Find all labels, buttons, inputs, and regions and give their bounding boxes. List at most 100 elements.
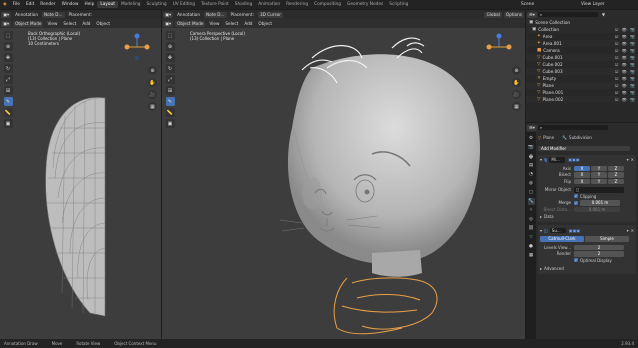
outliner-editor-type[interactable]: ☰▾ (527, 11, 537, 18)
object-menu[interactable]: Object (93, 21, 113, 26)
visibility-toggle-icons[interactable]: ☑ 👁 📷 (615, 48, 636, 53)
mirror-name-field[interactable]: Mi... (549, 157, 566, 163)
tab-modeling[interactable]: Modeling (118, 1, 144, 8)
visibility-toggle-icons[interactable]: ☑ 👁 📷 (615, 55, 636, 60)
object-mode-dropdown-mid[interactable]: Object Mode (175, 20, 206, 27)
object-mode-dropdown[interactable]: Object Mode (13, 20, 44, 27)
viewport-3d-camera[interactable]: ⬚ ⊕ ✥ ↻ ⤢ ⊞ ✎ 📏 ▣ Camera Perspective (Lo… (162, 28, 525, 339)
merge-checkbox[interactable]: ✓ (574, 200, 578, 205)
move-tool-icon-mid[interactable]: ✥ (165, 53, 175, 62)
tab-layout[interactable]: Layout (97, 1, 118, 8)
filter-icon[interactable]: ▼ (602, 12, 605, 17)
outliner-search-input[interactable]: ⌕ (537, 11, 598, 18)
subsurf-remove-icon[interactable]: ✕ (631, 228, 634, 233)
axis-y-toggle[interactable]: Y (591, 165, 607, 172)
axis-z-toggle[interactable]: Z (608, 165, 624, 172)
outliner-row[interactable]: ▽ Cube.001 ☑ 👁 📷 (526, 54, 638, 61)
visibility-toggle-icons[interactable]: ☑ 👁 📷 (615, 90, 636, 95)
editor-type-button[interactable]: ▣▾ (1, 11, 12, 18)
material-tab-icon[interactable]: ● (528, 243, 535, 250)
add-menu-mid[interactable]: Add (241, 21, 255, 26)
physics-tab-icon[interactable]: ◎ (528, 216, 535, 223)
properties-search-input[interactable]: ⌕ (537, 124, 608, 131)
menu-edit[interactable]: Edit (23, 2, 37, 7)
view-menu-mid[interactable]: View (206, 21, 222, 26)
scene-selector[interactable]: Scene (518, 2, 578, 7)
pan-hand-icon[interactable]: ✋ (148, 78, 157, 87)
measure-tool-icon[interactable]: 📏 (3, 108, 13, 117)
select-menu[interactable]: Select (60, 21, 79, 26)
outliner-row[interactable]: ▽ Plane ☑ 👁 📷 (526, 82, 638, 89)
add-cube-tool-icon-mid[interactable]: ▣ (165, 119, 175, 128)
axis-x-toggle[interactable]: X (574, 165, 590, 172)
outliner-row[interactable]: ▽ Cube.002 ☑ 👁 📷 (526, 61, 638, 68)
scene-tab-icon[interactable]: ◔ (528, 171, 535, 178)
outliner-row[interactable]: ▽ Cube.003 ☑ 👁 📷 (526, 68, 638, 75)
subsurf-name-field[interactable]: Su... (549, 227, 566, 234)
data-tab-icon[interactable]: ▽ (528, 234, 535, 241)
remove-modifier-icon[interactable]: ✕ (631, 157, 634, 162)
properties-editor-type[interactable]: ☰▾ (527, 124, 537, 131)
visibility-toggle-icons[interactable]: ☑ 👁 📷 (615, 41, 636, 46)
pan-hand-icon-mid[interactable]: ✋ (512, 78, 521, 87)
clipping-checkbox[interactable]: ✓ (574, 194, 578, 199)
select-menu-mid[interactable]: Select (222, 21, 241, 26)
note-layer-field[interactable]: Note D... (42, 11, 65, 18)
outliner-row[interactable]: ✦ Area ☑ 👁 📷 (526, 33, 638, 40)
data-subpanel-header[interactable]: ▸ Data (540, 214, 634, 221)
bisect-distance-field[interactable]: 0.001 m (574, 206, 620, 213)
tab-scripting[interactable]: Scripting (386, 1, 411, 8)
view-menu[interactable]: View (44, 21, 60, 26)
mirror-object-field[interactable]: ◻ (574, 187, 624, 193)
subsurf-menu-icon[interactable]: ▾ (627, 228, 629, 233)
tab-animation[interactable]: Animation (255, 1, 283, 8)
flip-z-toggle[interactable]: Z (608, 178, 624, 185)
annotate-tool-icon[interactable]: ✎ (3, 97, 13, 106)
outliner-row[interactable]: ✕ Empty ☑ 👁 📷 (526, 75, 638, 82)
scale-tool-icon-mid[interactable]: ⤢ (165, 75, 175, 84)
modifier-tab-icon[interactable]: 🔧 (527, 198, 535, 205)
visibility-toggle-icons[interactable]: ☑ 👁 📷 (615, 34, 636, 39)
select-box-tool-icon[interactable]: ⬚ (3, 31, 13, 40)
advanced-subpanel-header[interactable]: ▸ Advanced (540, 266, 634, 273)
grid-ortho-icon[interactable]: ▦ (148, 102, 157, 111)
cursor-tool-icon-mid[interactable]: ⊕ (165, 42, 175, 51)
move-tool-icon[interactable]: ✥ (3, 53, 13, 62)
editor-type-button-mid-2[interactable]: ▣▾ (163, 20, 174, 27)
note-layer-field-mid[interactable]: Note D... (204, 11, 227, 18)
add-modifier-dropdown[interactable]: Add Modifier (538, 145, 630, 151)
render-levels-field[interactable]: 2 (574, 251, 624, 257)
3d-cursor-dropdown[interactable]: 3D Cursor (258, 11, 283, 18)
object-menu-mid[interactable]: Object (255, 21, 275, 26)
data-expand-icon[interactable]: ▸ (540, 214, 542, 219)
flip-x-toggle[interactable]: X (574, 178, 590, 185)
measure-tool-icon-mid[interactable]: 📏 (165, 108, 175, 117)
visibility-toggle-icons[interactable]: ☑ 👁 📷 (615, 27, 636, 32)
menu-window[interactable]: Window (59, 2, 82, 7)
annotation-tool-label[interactable]: Annotation (12, 12, 41, 17)
rotate-tool-icon[interactable]: ↻ (3, 64, 13, 73)
transform-tool-icon-mid[interactable]: ⊞ (165, 86, 175, 95)
advanced-expand-icon[interactable]: ▸ (540, 266, 542, 271)
transform-orientation-dropdown[interactable]: Global (484, 11, 502, 18)
scene-collection-row[interactable]: ▣ Scene Collection (526, 19, 638, 26)
tab-compositing[interactable]: Compositing (311, 1, 344, 8)
optimal-display-checkbox[interactable]: ✓ (574, 258, 578, 263)
outliner-row[interactable]: ■ Camera ☑ 👁 📷 (526, 47, 638, 54)
tab-shading[interactable]: Shading (232, 1, 255, 8)
tab-rendering[interactable]: Rendering (283, 1, 311, 8)
add-menu[interactable]: Add (79, 21, 93, 26)
zoom-icon[interactable]: ⊕ (148, 66, 157, 75)
collapse-icon[interactable]: ▾ (540, 157, 542, 162)
simple-button[interactable]: Simple (585, 236, 629, 242)
outliner-row[interactable]: ▽ Plane.002 ☑ 👁 📷 (526, 96, 638, 103)
editor-type-button-2[interactable]: ▣▾ (1, 20, 12, 27)
navigation-gizmo-middle[interactable] (484, 32, 514, 62)
subdivision-modifier-header[interactable]: ▾ ◫ Su... ▣▣▣ ▾ ✕ (540, 227, 634, 234)
edit-mode-toggle-icon[interactable]: ▣▣▣ (568, 157, 579, 162)
scale-tool-icon[interactable]: ⤢ (3, 75, 13, 84)
render-tab-icon[interactable]: 📷 (528, 144, 535, 151)
levels-viewport-field[interactable]: 2 (574, 244, 624, 251)
outliner-row[interactable]: ✦ Area.001 ☑ 👁 📷 (526, 40, 638, 47)
object-tab-icon[interactable]: ▢ (528, 189, 535, 196)
